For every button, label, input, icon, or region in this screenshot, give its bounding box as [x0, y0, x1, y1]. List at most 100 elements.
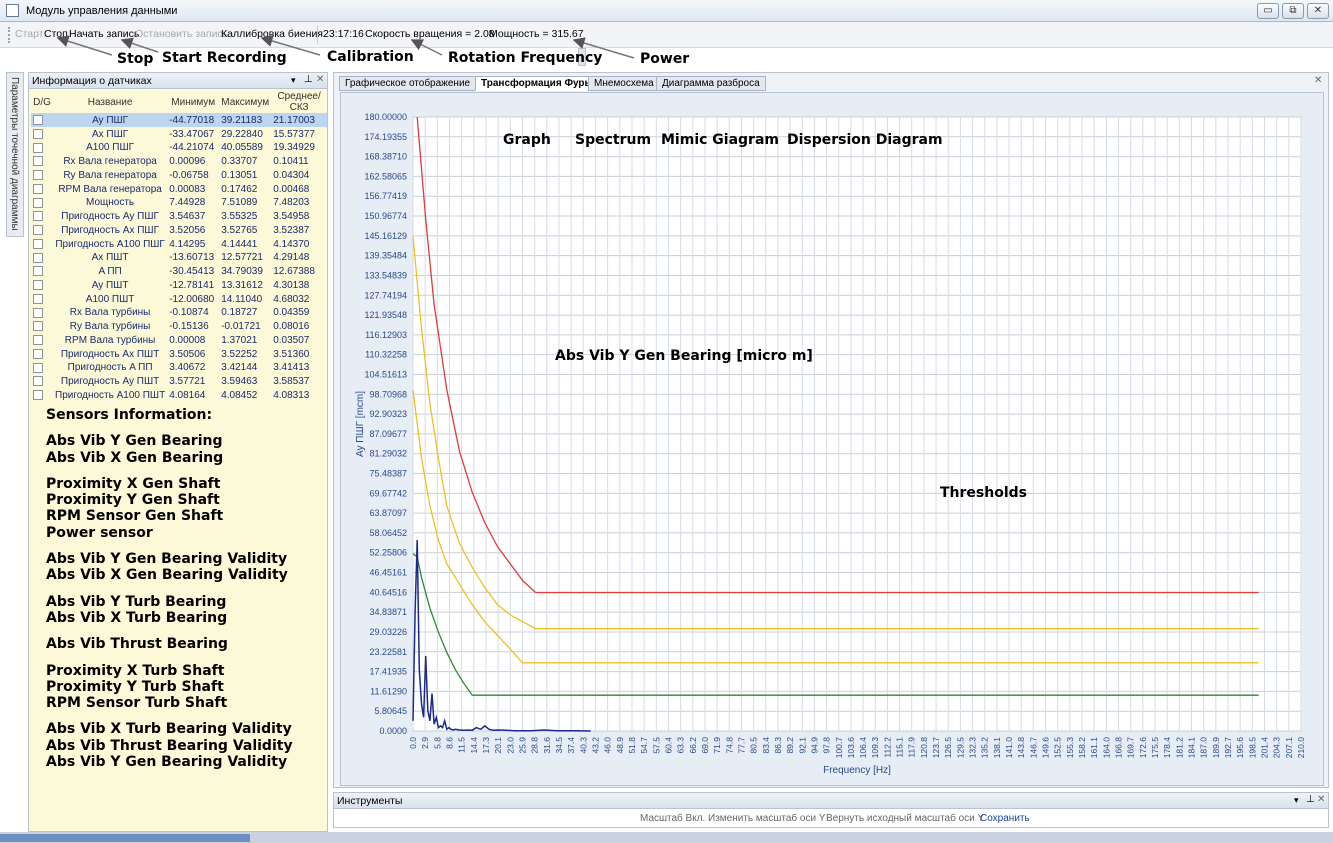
row-checkbox-cell[interactable] [31, 292, 53, 306]
row-checkbox-cell[interactable] [31, 306, 53, 320]
row-checkbox-cell[interactable] [31, 279, 53, 293]
row-checkbox[interactable] [33, 197, 43, 208]
pin-icon[interactable]: ⊥ [304, 74, 313, 85]
row-checkbox-cell[interactable] [31, 224, 53, 238]
row-checkbox[interactable] [33, 252, 43, 263]
col-name[interactable]: Название [53, 91, 168, 114]
col-avg[interactable]: Среднее/СКЗ [271, 91, 327, 114]
main-close-icon[interactable]: ✕ [1314, 75, 1322, 86]
table-row[interactable]: Пригодность Ay ПШГ 3.54637 3.55325 3.54958 [31, 210, 327, 224]
col-max[interactable]: Максимум [219, 91, 272, 114]
table-row[interactable]: Ax ПШГ -33.47067 29.22840 15.57377 [31, 127, 327, 141]
sensor-name: RPM Вала генератора [58, 183, 162, 195]
row-checkbox-cell[interactable] [31, 155, 53, 169]
tools-dropdown-icon[interactable]: ▾ [1294, 795, 1299, 806]
tools-close-icon[interactable]: ✕ [1317, 794, 1325, 805]
row-checkbox[interactable] [33, 362, 43, 373]
tab-scatter[interactable]: Диаграмма разброса [656, 76, 766, 91]
row-checkbox[interactable] [33, 170, 43, 181]
sensor-name: Пригодность Ay ПШГ [61, 211, 159, 223]
tab-mimic[interactable]: Мнемосхема [588, 76, 660, 91]
row-checkbox-cell[interactable] [31, 334, 53, 348]
row-checkbox[interactable] [33, 183, 43, 194]
zoom-on-button[interactable]: Масштаб Вкл. [640, 813, 705, 824]
row-checkbox[interactable] [33, 156, 43, 167]
table-row[interactable]: Ay ПШГ -44.77018 39.21183 21.17003 [31, 113, 327, 128]
row-checkbox-cell[interactable] [31, 347, 53, 361]
row-checkbox-cell[interactable] [31, 361, 53, 375]
row-checkbox[interactable] [33, 321, 43, 332]
row-checkbox[interactable] [33, 211, 43, 222]
row-checkbox-cell[interactable] [31, 141, 53, 155]
table-row[interactable]: Пригодность Ax ПШГ 3.52056 3.52765 3.52387 [31, 224, 327, 238]
table-row[interactable]: Ay ПШТ -12.78141 13.31612 4.30138 [31, 279, 327, 293]
row-checkbox[interactable] [33, 115, 43, 126]
row-checkbox[interactable] [33, 307, 43, 318]
sensor-max: 0.18727 [221, 307, 258, 319]
row-checkbox-cell[interactable] [31, 251, 53, 265]
col-dg[interactable]: D/G [31, 91, 53, 114]
table-row[interactable]: A100 ПШГ -44.21074 40.05589 19.34929 [31, 141, 327, 155]
row-checkbox-cell[interactable] [31, 389, 53, 403]
row-checkbox[interactable] [33, 238, 43, 249]
row-checkbox[interactable] [33, 348, 43, 359]
fourier-chart[interactable]: 0.0000 5.80645 11.61290 17.41935 23.22581 29.… [341, 93, 1323, 785]
x-tick-label: 31.6 [542, 737, 552, 754]
row-checkbox[interactable] [33, 266, 43, 277]
table-row[interactable]: Мощность 7.44928 7.51089 7.48203 [31, 196, 327, 210]
x-tick-label: 152.5 [1053, 737, 1063, 759]
sensor-min: 3.54637 [169, 211, 206, 223]
x-tick-label: 166.8 [1114, 737, 1124, 759]
tools-pin-icon[interactable]: ⊥ [1306, 794, 1315, 805]
sensor-info-line: Abs Vib Y Gen Bearing Validity [46, 754, 288, 771]
sensor-avg: 3.51360 [273, 348, 310, 360]
tab-graph[interactable]: Графическое отображение [339, 76, 477, 91]
row-checkbox-cell[interactable] [31, 237, 53, 251]
row-checkbox-cell[interactable] [31, 210, 53, 224]
row-checkbox-cell[interactable] [31, 127, 53, 141]
table-row[interactable]: Пригодность Ay ПШТ 3.57721 3.59463 3.58537 [31, 375, 327, 389]
row-checkbox-cell[interactable] [31, 113, 53, 128]
table-row[interactable]: A100 ПШТ -12.00680 14.11040 4.68032 [31, 292, 327, 306]
table-row[interactable]: Ry Вала генератора -0.06758 0.13051 0.04304 [31, 169, 327, 183]
save-button[interactable]: Сохранить [980, 813, 1030, 824]
table-row[interactable]: RPM Вала турбины 0.00008 1.37021 0.03507 [31, 334, 327, 348]
sensor-name: Ax ПШГ [91, 128, 129, 140]
sensor-min: 4.14295 [169, 238, 206, 250]
table-row[interactable]: Rx Вала турбины -0.10874 0.18727 0.04359 [31, 306, 327, 320]
tab-fourier[interactable]: Трансформация Фурье [475, 76, 603, 91]
row-checkbox-cell[interactable] [31, 375, 53, 389]
table-row[interactable]: Ry Вала турбины -0.15136 -0.01721 0.08016 [31, 320, 327, 334]
table-row[interactable]: Пригодность A ПП 3.40672 3.42144 3.41413 [31, 361, 327, 375]
panel-dropdown-icon[interactable]: ▾ [291, 75, 296, 86]
row-checkbox[interactable] [33, 225, 43, 236]
y-tick-label: 23.22581 [369, 647, 407, 657]
row-checkbox[interactable] [33, 280, 43, 291]
row-checkbox-cell[interactable] [31, 182, 53, 196]
sensor-max: 29.22840 [221, 128, 263, 140]
row-checkbox[interactable] [33, 376, 43, 387]
sensor-info-line: Abs Vib Y Turb Bearing [46, 593, 227, 610]
table-row[interactable]: Пригодность A100 ПШГ 4.14295 4.14441 4.1437… [31, 237, 327, 251]
scatter-params-tab[interactable]: Параметры точечной диаграммы [6, 72, 24, 237]
change-y-scale-button[interactable]: Изменить масштаб оси Y [708, 813, 825, 824]
row-checkbox-cell[interactable] [31, 320, 53, 334]
table-row[interactable]: RPM Вала генератора 0.00083 0.17462 0.00468 [31, 182, 327, 196]
y-tick-label: 121.93548 [364, 310, 407, 320]
row-checkbox-cell[interactable] [31, 169, 53, 183]
close-icon[interactable]: ✕ [316, 74, 324, 85]
row-checkbox[interactable] [33, 293, 43, 304]
row-checkbox[interactable] [33, 128, 43, 139]
row-checkbox[interactable] [33, 390, 43, 401]
col-min[interactable]: Минимум [167, 91, 220, 114]
table-row[interactable]: Пригодность Ax ПШТ 3.50506 3.52252 3.51360 [31, 347, 327, 361]
row-checkbox-cell[interactable] [31, 196, 53, 210]
reset-y-scale-button[interactable]: Вернуть исходный масштаб оси Y [826, 813, 984, 824]
row-checkbox[interactable] [33, 142, 43, 153]
table-row[interactable]: Пригодность A100 ПШТ 4.08164 4.08452 4.0831… [31, 389, 327, 403]
row-checkbox[interactable] [33, 335, 43, 346]
table-row[interactable]: A ПП -30.45413 34.79039 12.67388 [31, 265, 327, 279]
row-checkbox-cell[interactable] [31, 265, 53, 279]
table-row[interactable]: Rx Вала генератора 0.00096 0.33707 0.10411 [31, 155, 327, 169]
table-row[interactable]: Ax ПШТ -13.60713 12.57721 4.29148 [31, 251, 327, 265]
